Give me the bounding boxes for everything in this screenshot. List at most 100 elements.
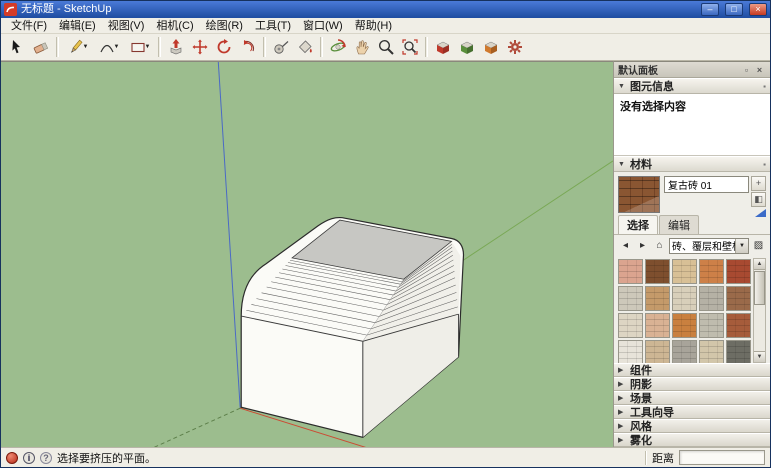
panel-title-bar[interactable]: 默认面板 ▫ × bbox=[614, 62, 770, 78]
section-fog[interactable]: ▶ 雾化 bbox=[614, 433, 770, 447]
maximize-button[interactable]: □ bbox=[725, 3, 743, 16]
line-tool-button[interactable]: ▼ bbox=[62, 35, 93, 59]
material-swatch[interactable] bbox=[618, 286, 643, 311]
geolocation-icon[interactable] bbox=[6, 452, 18, 464]
caret-down-icon[interactable]: ▼ bbox=[83, 44, 89, 50]
push-pull-tool-button[interactable] bbox=[164, 35, 188, 59]
menu-item-edit[interactable]: 编辑(E) bbox=[53, 18, 102, 34]
tab-select[interactable]: 选择 bbox=[618, 215, 658, 234]
zoom-extents-tool-button[interactable] bbox=[398, 35, 422, 59]
entity-info-header[interactable]: ▼ 图元信息 ▪ bbox=[614, 78, 770, 94]
forward-icon[interactable]: ▸ bbox=[635, 238, 650, 253]
select-tool-button[interactable] bbox=[5, 35, 29, 59]
section-scenes[interactable]: ▶ 场景 bbox=[614, 391, 770, 405]
menu-item-help[interactable]: 帮助(H) bbox=[349, 18, 398, 34]
caret-down-icon[interactable]: ▼ bbox=[114, 44, 120, 50]
viewport-canvas[interactable] bbox=[1, 62, 613, 447]
material-swatch[interactable] bbox=[645, 259, 670, 284]
material-swatch[interactable] bbox=[618, 340, 643, 363]
material-swatch[interactable] bbox=[699, 313, 724, 338]
panel-pin-icon[interactable]: ▫ bbox=[740, 65, 753, 75]
material-swatch[interactable] bbox=[726, 286, 751, 311]
menu-item-tools[interactable]: 工具(T) bbox=[249, 18, 297, 34]
in-model-icon[interactable]: ⌂ bbox=[652, 238, 667, 253]
section-shadows[interactable]: ▶ 阴影 bbox=[614, 377, 770, 391]
move-tool-button[interactable] bbox=[188, 35, 212, 59]
material-swatch[interactable] bbox=[726, 340, 751, 363]
toolbar-separator bbox=[158, 37, 161, 57]
material-swatch[interactable] bbox=[618, 259, 643, 284]
menu-item-window[interactable]: 窗口(W) bbox=[297, 18, 349, 34]
minimize-button[interactable]: – bbox=[701, 3, 719, 16]
title-bar[interactable]: 无标题 - SketchUp – □ × bbox=[1, 1, 770, 18]
extension-warehouse-button[interactable] bbox=[503, 35, 527, 59]
section-options-icon[interactable]: ▪ bbox=[763, 82, 766, 91]
collection-dropdown[interactable]: 砖、覆层和壁板 ▼ bbox=[669, 238, 749, 254]
scroll-up-icon[interactable]: ▲ bbox=[754, 259, 765, 270]
rectangle-tool-button[interactable]: ▼ bbox=[124, 35, 155, 59]
close-button[interactable]: × bbox=[749, 3, 767, 16]
section-instructor[interactable]: ▶ 工具向导 bbox=[614, 405, 770, 419]
help-icon[interactable]: ? bbox=[40, 452, 52, 464]
share-component-button[interactable] bbox=[479, 35, 503, 59]
eraser-tool-button[interactable] bbox=[29, 35, 53, 59]
dropdown-arrow-icon[interactable]: ▼ bbox=[735, 239, 748, 253]
create-material-button[interactable]: + bbox=[751, 176, 766, 191]
sketchup-window: 无标题 - SketchUp – □ × 文件(F) 编辑(E) 视图(V) 相… bbox=[0, 0, 771, 468]
measurement-input[interactable] bbox=[679, 450, 765, 465]
paint-bucket-tool-button[interactable] bbox=[293, 35, 317, 59]
entity-info-content: 没有选择内容 bbox=[614, 94, 770, 156]
rotate-tool-button[interactable] bbox=[212, 35, 236, 59]
viewport[interactable] bbox=[1, 61, 613, 447]
pan-tool-button[interactable] bbox=[350, 35, 374, 59]
material-swatch[interactable] bbox=[672, 286, 697, 311]
material-swatch[interactable] bbox=[618, 313, 643, 338]
arc-tool-button[interactable]: ▼ bbox=[93, 35, 124, 59]
sample-paint-icon[interactable]: ▨ bbox=[751, 238, 766, 253]
menu-item-view[interactable]: 视图(V) bbox=[102, 18, 151, 34]
default-tray-panel: 默认面板 ▫ × ▼ 图元信息 ▪ 没有选择内容 ▼ 材料 ▪ bbox=[613, 61, 770, 447]
orbit-tool-button[interactable] bbox=[326, 35, 350, 59]
scrollbar-track[interactable] bbox=[754, 270, 765, 351]
tape-measure-tool-button[interactable] bbox=[269, 35, 293, 59]
caret-down-icon[interactable]: ▼ bbox=[145, 44, 151, 50]
panel-close-icon[interactable]: × bbox=[753, 65, 766, 75]
chevron-right-icon: ▶ bbox=[618, 422, 626, 430]
zoom-tool-button[interactable] bbox=[374, 35, 398, 59]
material-swatch[interactable] bbox=[699, 259, 724, 284]
material-swatch[interactable] bbox=[672, 259, 697, 284]
menu-item-draw[interactable]: 绘图(R) bbox=[200, 18, 249, 34]
material-swatch[interactable] bbox=[645, 286, 670, 311]
default-material-button[interactable]: ◧ bbox=[751, 192, 766, 207]
scroll-down-icon[interactable]: ▼ bbox=[754, 351, 765, 362]
material-swatch[interactable] bbox=[672, 340, 697, 363]
menu-item-camera[interactable]: 相机(C) bbox=[150, 18, 199, 34]
material-swatch[interactable] bbox=[726, 259, 751, 284]
scrollbar-thumb[interactable] bbox=[754, 271, 765, 305]
material-swatch[interactable] bbox=[699, 286, 724, 311]
material-name-input[interactable] bbox=[664, 176, 749, 193]
material-swatch[interactable] bbox=[726, 313, 751, 338]
materials-header[interactable]: ▼ 材料 ▪ bbox=[614, 156, 770, 172]
menu-item-file[interactable]: 文件(F) bbox=[5, 18, 53, 34]
material-swatch[interactable] bbox=[699, 340, 724, 363]
back-icon[interactable]: ◂ bbox=[618, 238, 633, 253]
materials-grid bbox=[617, 258, 752, 363]
credits-icon[interactable]: i bbox=[23, 452, 35, 464]
materials-scrollbar[interactable]: ▲ ▼ bbox=[753, 258, 766, 363]
active-material-thumbnail[interactable] bbox=[618, 176, 660, 213]
offset-icon bbox=[239, 38, 257, 56]
section-options-icon[interactable]: ▪ bbox=[763, 160, 766, 169]
section-components[interactable]: ▶ 组件 bbox=[614, 363, 770, 377]
rotate-icon bbox=[215, 38, 233, 56]
secondary-pane-toggle-icon[interactable] bbox=[755, 209, 766, 217]
section-styles[interactable]: ▶ 风格 bbox=[614, 419, 770, 433]
material-swatch[interactable] bbox=[645, 313, 670, 338]
material-swatch[interactable] bbox=[645, 340, 670, 363]
materials-tabs: 选择 编辑 bbox=[614, 218, 770, 235]
share-model-button[interactable] bbox=[455, 35, 479, 59]
tab-edit[interactable]: 编辑 bbox=[659, 215, 699, 234]
get-models-button[interactable] bbox=[431, 35, 455, 59]
offset-tool-button[interactable] bbox=[236, 35, 260, 59]
material-swatch[interactable] bbox=[672, 313, 697, 338]
